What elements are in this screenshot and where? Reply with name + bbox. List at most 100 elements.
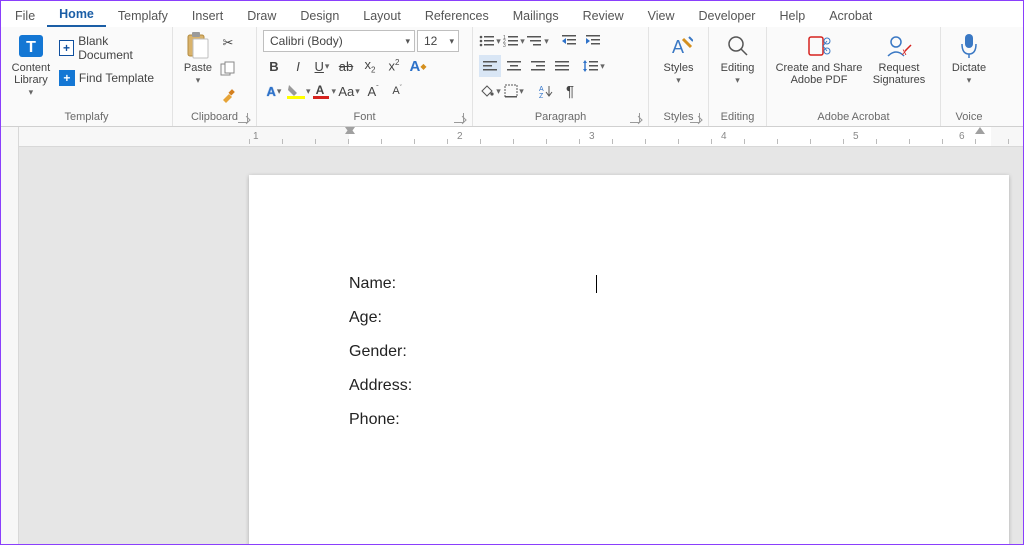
tab-mailings[interactable]: Mailings [501, 4, 571, 27]
show-marks-button[interactable]: ¶ [559, 80, 581, 102]
decrease-indent-button[interactable] [559, 30, 581, 52]
group-paragraph: ▾ 123▾ ▾ ▾ ▾ ▾ AZ ¶ [473, 27, 649, 126]
chevron-down-icon: ▾ [325, 62, 330, 70]
format-painter-button[interactable] [217, 84, 239, 106]
grow-font-button[interactable]: Aˆ [362, 80, 384, 102]
chevron-down-icon: ▾ [967, 76, 972, 84]
chevron-down-icon: ▾ [519, 87, 524, 95]
align-right-button[interactable] [527, 55, 549, 77]
signature-icon: x [885, 32, 913, 60]
document-canvas[interactable]: Name: Age: Gender: Address: Phone: [19, 147, 1023, 544]
shrink-font-button[interactable]: Aˇ [386, 80, 408, 102]
char-shading-button[interactable]: A▾ [263, 80, 285, 102]
create-pdf-button[interactable]: Create and Share Adobe PDF [773, 30, 865, 86]
highlight-button[interactable]: ▾ [287, 80, 311, 102]
bullets-button[interactable]: ▾ [479, 30, 501, 52]
dialog-launcher-icon[interactable] [630, 113, 640, 123]
scissors-icon: ✂ [223, 35, 234, 51]
underline-button[interactable]: U▾ [311, 55, 333, 77]
paste-button[interactable]: Paste ▾ [179, 30, 217, 84]
font-size-select[interactable]: 12▾ [417, 30, 459, 52]
tab-design[interactable]: Design [288, 4, 351, 27]
svg-text:3: 3 [503, 43, 506, 48]
right-indent-marker-icon[interactable] [975, 127, 985, 134]
group-label-clipboard: Clipboard [179, 109, 250, 126]
editing-button[interactable]: Editing ▾ [715, 30, 760, 84]
superscript-button[interactable]: x2 [383, 55, 405, 77]
group-label-templafy: Templafy [7, 109, 166, 126]
tab-acrobat[interactable]: Acrobat [817, 4, 884, 27]
chevron-down-icon: ▾ [29, 88, 34, 96]
tab-view[interactable]: View [636, 4, 687, 27]
blank-document-button[interactable]: + Blank Document [55, 32, 166, 64]
tab-draw[interactable]: Draw [235, 4, 288, 27]
request-signatures-button[interactable]: x Request Signatures [865, 30, 933, 86]
content-library-button[interactable]: T Content Library ▾ [7, 30, 55, 96]
underline-icon: U [315, 59, 324, 74]
doc-line[interactable]: Name: [349, 275, 909, 293]
dialog-launcher-icon[interactable] [238, 113, 248, 123]
shading-button[interactable]: ▾ [479, 80, 501, 102]
subscript-icon: x2 [365, 57, 376, 75]
justify-icon [555, 60, 569, 72]
tab-insert[interactable]: Insert [180, 4, 235, 27]
italic-icon: I [296, 59, 300, 74]
font-color-button[interactable]: A▾ [313, 80, 337, 102]
dialog-launcher-icon[interactable] [690, 113, 700, 123]
bold-button[interactable]: B [263, 55, 285, 77]
subscript-button[interactable]: x2 [359, 55, 381, 77]
case-icon: Aa [338, 84, 354, 99]
shading-a-icon: A [267, 84, 276, 99]
tab-home[interactable]: Home [47, 2, 106, 27]
tab-layout[interactable]: Layout [351, 4, 413, 27]
line-spacing-button[interactable]: ▾ [583, 55, 605, 77]
tab-developer[interactable]: Developer [686, 4, 767, 27]
tab-templafy[interactable]: Templafy [106, 4, 180, 27]
microphone-icon [955, 32, 983, 60]
indent-icon [586, 34, 602, 48]
styles-label: Styles [664, 62, 694, 74]
dictate-button[interactable]: Dictate ▾ [947, 30, 991, 84]
text-cursor [596, 275, 597, 293]
text-effects-button[interactable]: A◆ [407, 55, 429, 77]
tab-file[interactable]: File [3, 4, 47, 27]
font-name-select[interactable]: Calibri (Body)▾ [263, 30, 415, 52]
group-label-voice: Voice [947, 109, 991, 126]
doc-line[interactable]: Phone: [349, 411, 909, 429]
editing-label: Editing [721, 62, 755, 74]
styles-button[interactable]: A Styles ▾ [655, 30, 702, 84]
sort-button[interactable]: AZ [535, 80, 557, 102]
italic-button[interactable]: I [287, 55, 309, 77]
align-center-button[interactable] [503, 55, 525, 77]
copy-button[interactable] [217, 58, 239, 80]
page[interactable]: Name: Age: Gender: Address: Phone: [249, 175, 1009, 544]
multilevel-button[interactable]: ▾ [527, 30, 549, 52]
increase-indent-button[interactable] [583, 30, 605, 52]
align-left-icon [483, 60, 497, 72]
doc-line[interactable]: Age: [349, 309, 909, 327]
cut-button[interactable]: ✂ [217, 32, 239, 54]
tab-references[interactable]: References [413, 4, 501, 27]
strikethrough-button[interactable]: ab [335, 55, 357, 77]
doc-line[interactable]: Address: [349, 377, 909, 395]
doc-line[interactable]: Gender: [349, 343, 909, 361]
chevron-down-icon: ▾ [600, 62, 605, 70]
change-case-button[interactable]: Aa▾ [338, 80, 360, 102]
group-label-editing: Editing [715, 109, 760, 126]
borders-button[interactable]: ▾ [503, 80, 525, 102]
chevron-down-icon: ▾ [306, 87, 311, 95]
chevron-down-icon: ▾ [496, 87, 501, 95]
highlight-icon [287, 83, 305, 99]
align-left-button[interactable] [479, 55, 501, 77]
blank-document-label: Blank Document [78, 34, 162, 62]
find-template-button[interactable]: + Find Template [55, 68, 166, 88]
align-right-icon [531, 60, 545, 72]
numbering-button[interactable]: 123▾ [503, 30, 525, 52]
tab-help[interactable]: Help [767, 4, 817, 27]
dialog-launcher-icon[interactable] [454, 113, 464, 123]
tab-review[interactable]: Review [571, 4, 636, 27]
indent-marker-bottom-icon[interactable] [345, 127, 355, 134]
chevron-down-icon: ▾ [735, 76, 740, 84]
justify-button[interactable] [551, 55, 573, 77]
group-styles: A Styles ▾ Styles [649, 27, 709, 126]
